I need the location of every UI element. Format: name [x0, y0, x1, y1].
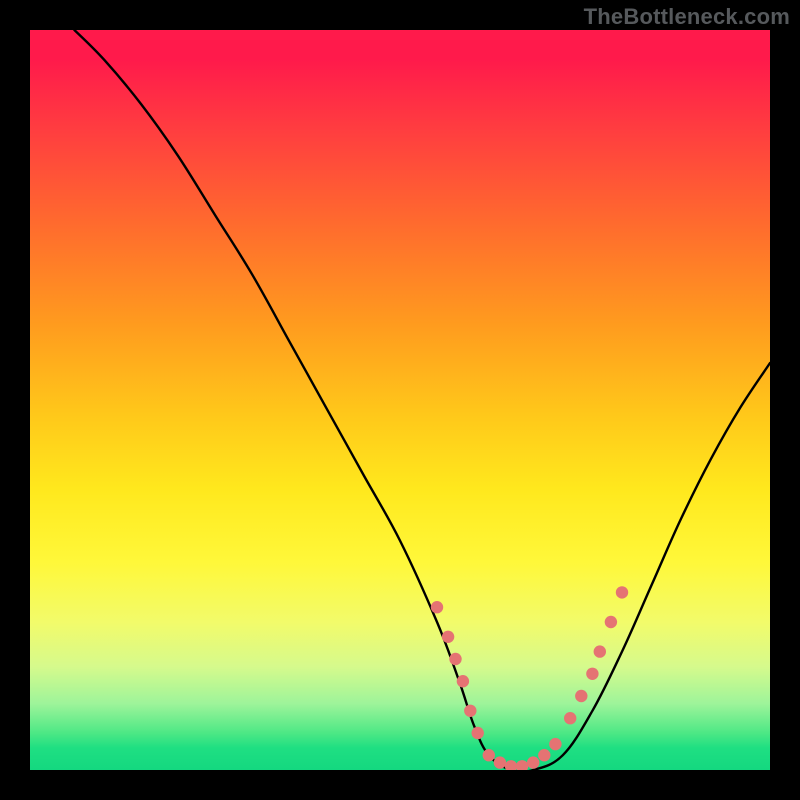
marker-dot: [449, 653, 461, 665]
marker-dot: [516, 760, 528, 770]
watermark-text: TheBottleneck.com: [584, 4, 790, 30]
marker-dot: [472, 727, 484, 739]
marker-dot: [594, 645, 606, 657]
marker-dot: [464, 705, 476, 717]
chart-frame: TheBottleneck.com: [0, 0, 800, 800]
marker-dot: [549, 738, 561, 750]
marker-dot: [442, 631, 454, 643]
bottleneck-curve: [74, 30, 770, 770]
marker-dot: [483, 749, 495, 761]
marker-dot: [616, 586, 628, 598]
curve-layer: [30, 30, 770, 770]
marker-dot: [494, 756, 506, 768]
plot-area: [30, 30, 770, 770]
marker-dot: [586, 668, 598, 680]
marker-dot: [431, 601, 443, 613]
marker-dot: [605, 616, 617, 628]
marker-dot: [527, 756, 539, 768]
marker-dot: [538, 749, 550, 761]
marker-dot: [564, 712, 576, 724]
marker-dot: [505, 760, 517, 770]
marker-dots: [431, 586, 628, 770]
marker-dot: [457, 675, 469, 687]
marker-dot: [575, 690, 587, 702]
